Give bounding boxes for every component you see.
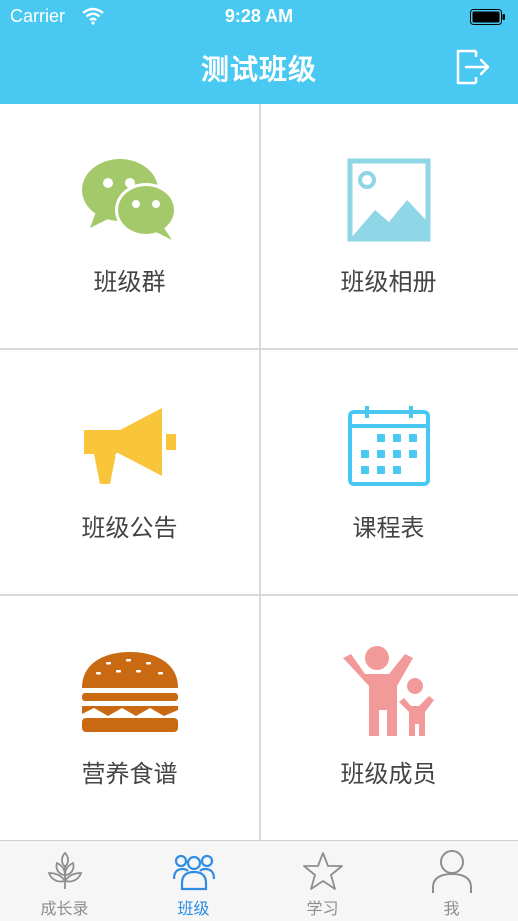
grid-item-label: 营养食谱 [81,760,178,788]
tab-label: 班级 [177,899,210,918]
grid-item-label: 班级群 [93,268,166,296]
battery-icon [470,9,505,25]
grid-divider [259,104,261,840]
user-icon [431,849,473,893]
grid-item-class-members[interactable]: 班级成员 [259,596,518,841]
tab-class[interactable]: 班级 [129,841,258,921]
family-icon [339,646,439,736]
photo-album-icon [347,158,431,242]
grid-item-label: 班级公告 [81,514,178,542]
grid-divider [0,594,518,596]
grid-item-timetable[interactable]: 课程表 [259,350,518,595]
status-bar: Carrier 9:28 AM [0,0,518,36]
grid-divider [0,348,518,350]
tab-label: 学习 [306,899,339,918]
tab-study[interactable]: 学习 [258,841,387,921]
tab-label: 成长录 [40,899,89,918]
grid-item-class-group[interactable]: 班级群 [0,104,259,349]
group-icon [172,849,216,893]
nav-bar: Carrier 9:28 AM 测试班级 [0,0,518,104]
tab-growth-record[interactable]: 成长录 [0,841,129,921]
tree-icon [45,849,85,893]
grid-item-label: 班级相册 [340,268,437,296]
tab-me[interactable]: 我 [387,841,516,921]
logout-button[interactable] [452,45,492,89]
star-icon [302,849,344,893]
grid-item-class-album[interactable]: 班级相册 [259,104,518,349]
tab-label: 我 [443,899,460,918]
page-title: 测试班级 [200,53,317,86]
tab-bar: 成长录 班级 学习 我 [0,840,518,921]
grid-item-nutrition-menu[interactable]: 营养食谱 [0,596,259,841]
burger-icon [80,650,180,734]
grid-item-label: 班级成员 [340,760,437,788]
calendar-icon [347,404,431,488]
megaphone-icon [80,404,180,488]
status-time: 9:28 AM [224,6,294,26]
grid-item-class-notice[interactable]: 班级公告 [0,350,259,595]
wechat-icon [80,158,180,242]
grid-item-label: 课程表 [352,514,425,542]
